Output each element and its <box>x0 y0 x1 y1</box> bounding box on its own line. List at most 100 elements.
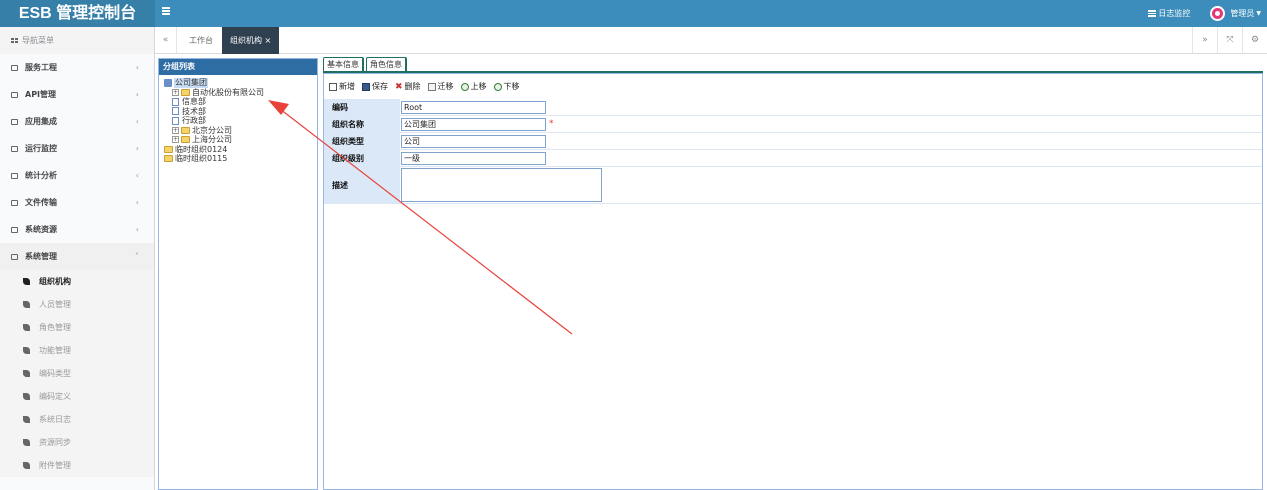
org-tree-panel: 分组列表 公司集团 + 自动化股份有限公司 信息部 技术部 行政部 + 北京分公司 … <box>158 58 318 490</box>
expand-icon[interactable]: + <box>172 126 179 134</box>
sidebar-item-service-project[interactable]: 服务工程 ‹ <box>0 54 154 81</box>
folder-icon <box>11 118 18 125</box>
sidebar-item-system-resource[interactable]: 系统资源 ‹ <box>0 216 154 243</box>
sidebar-item-run-monitor[interactable]: 运行监控 ‹ <box>0 135 154 162</box>
sidebar-toggle-icon[interactable] <box>162 7 170 16</box>
detail-panel: 基本信息 角色信息 新增 保存 ✖ 删除 迁移 上移 下移 编码 Root 组织名… <box>323 57 1263 490</box>
tree-node-label: 技术部 <box>182 106 206 116</box>
grid-icon <box>11 37 19 44</box>
tree-node-label: 公司集团 <box>174 78 208 88</box>
move-icon <box>427 82 436 91</box>
submenu-item-attachment[interactable]: 附件管理 <box>0 454 154 477</box>
tabs-scroll-right-icon[interactable]: » <box>1192 27 1217 54</box>
submenu-item-resource-sync[interactable]: 资源同步 <box>0 431 154 454</box>
arrow-up-icon <box>460 82 469 91</box>
move-up-button[interactable]: 上移 <box>460 81 487 92</box>
tree-node[interactable]: 信息部 <box>164 97 317 107</box>
submenu-item-code-type[interactable]: 编码类型 <box>0 362 154 385</box>
chevron-left-icon: ‹ <box>135 225 139 234</box>
chevron-down-icon: ˅ <box>135 252 139 261</box>
org-type-field[interactable]: 公司 <box>401 134 546 148</box>
chevron-left-icon: ‹ <box>135 117 139 126</box>
submenu-item-staff[interactable]: 人员管理 <box>0 293 154 316</box>
description-textarea[interactable] <box>401 168 602 202</box>
folder-icon <box>11 172 18 179</box>
close-icon[interactable]: × <box>265 36 272 45</box>
move-down-button[interactable]: 下移 <box>493 81 520 92</box>
main-content: 分组列表 公司集团 + 自动化股份有限公司 信息部 技术部 行政部 + 北京分公司 … <box>155 54 1267 490</box>
chevron-left-icon: ‹ <box>135 198 139 207</box>
leaf-icon <box>23 416 30 423</box>
submenu-item-org[interactable]: 组织机构 <box>0 270 154 293</box>
org-root-icon <box>164 78 172 87</box>
tree-node[interactable]: + 上海分公司 <box>164 135 317 145</box>
sidebar-item-label: 服务工程 <box>25 63 57 72</box>
form-row-level: 组织级别 一级 <box>324 150 1262 167</box>
app-title[interactable]: ESB 管理控制台 <box>0 0 155 27</box>
move-down-label: 下移 <box>503 82 520 91</box>
tree-node[interactable]: 临时组织0124 <box>164 145 317 155</box>
gear-icon[interactable]: ⚙ <box>1242 27 1267 54</box>
tree-node[interactable]: 行政部 <box>164 116 317 126</box>
expand-icon[interactable]: + <box>172 136 179 144</box>
sidebar-item-api[interactable]: API管理 ‹ <box>0 81 154 108</box>
tab-workbench[interactable]: 工作台 <box>181 27 221 54</box>
leaf-icon <box>23 439 30 446</box>
sidebar-heading-label: 导航菜单 <box>22 36 54 45</box>
delete-button-label: 删除 <box>404 82 421 91</box>
tabs-scroll-left-icon[interactable]: « <box>155 27 177 54</box>
code-field[interactable]: Root <box>401 100 546 114</box>
sidebar-item-file-transfer[interactable]: 文件传输 ‹ <box>0 189 154 216</box>
move-button[interactable]: 迁移 <box>427 81 454 92</box>
new-button[interactable]: 新增 <box>329 81 355 92</box>
chevron-left-icon: ‹ <box>135 90 139 99</box>
sidebar-item-app-integration[interactable]: 应用集成 ‹ <box>0 108 154 135</box>
submenu-label: 功能管理 <box>39 346 71 355</box>
save-button-label: 保存 <box>372 82 388 91</box>
expand-icon[interactable]: + <box>172 88 179 96</box>
tree-node-label: 自动化股份有限公司 <box>192 87 264 97</box>
org-name-field[interactable]: 公司集团 <box>401 117 546 131</box>
tree-node-label: 上海分公司 <box>192 135 232 144</box>
tab-basic-info[interactable]: 基本信息 <box>323 57 364 71</box>
tab-org-label: 组织机构 <box>230 36 262 45</box>
fullscreen-icon[interactable]: ⤧ <box>1217 27 1242 54</box>
folder-icon <box>11 253 18 260</box>
tab-role-info[interactable]: 角色信息 <box>366 57 407 71</box>
submenu-label: 编码类型 <box>39 369 71 378</box>
tab-org[interactable]: 组织机构 × <box>222 27 280 54</box>
tree-node[interactable]: 公司集团 <box>164 78 317 88</box>
folder-icon <box>181 88 190 96</box>
file-icon <box>172 97 179 106</box>
submenu-item-system-log[interactable]: 系统日志 <box>0 408 154 431</box>
submenu-label: 组织机构 <box>39 277 71 286</box>
new-button-label: 新增 <box>339 82 355 91</box>
save-button[interactable]: 保存 <box>362 81 388 92</box>
folder-icon <box>11 64 18 71</box>
log-monitor-link[interactable]: 日志监控 <box>1148 8 1190 19</box>
delete-icon: ✖ <box>395 81 403 92</box>
org-tree: 公司集团 + 自动化股份有限公司 信息部 技术部 行政部 + 北京分公司 + 上海分公… <box>159 75 317 164</box>
user-menu[interactable]: 管理员 <box>1230 8 1254 19</box>
tree-node[interactable]: + 北京分公司 <box>164 126 317 136</box>
submenu-label: 系统日志 <box>39 415 71 424</box>
tree-node[interactable]: + 自动化股份有限公司 <box>164 88 317 98</box>
tree-node[interactable]: 临时组织0115 <box>164 154 317 164</box>
sidebar: 导航菜单 服务工程 ‹ API管理 ‹ 应用集成 ‹ 运行监控 ‹ 统计分析 ‹ 文件传输… <box>0 27 155 490</box>
submenu-label: 资源同步 <box>39 438 71 447</box>
caret-down-icon[interactable]: ▼ <box>1256 10 1261 17</box>
org-level-field[interactable]: 一级 <box>401 151 546 165</box>
submenu-item-code-def[interactable]: 编码定义 <box>0 385 154 408</box>
folder-icon <box>164 155 173 163</box>
form-row-name: 组织名称 公司集团 * <box>324 116 1262 133</box>
avatar[interactable] <box>1210 6 1226 21</box>
chevron-left-icon: ‹ <box>135 144 139 153</box>
tree-node[interactable]: 技术部 <box>164 107 317 117</box>
tree-node-label: 临时组织0124 <box>175 144 228 154</box>
sidebar-item-statistics[interactable]: 统计分析 ‹ <box>0 162 154 189</box>
delete-button[interactable]: ✖ 删除 <box>395 81 421 92</box>
submenu-item-function[interactable]: 功能管理 <box>0 339 154 362</box>
sidebar-item-system-management[interactable]: 系统管理 ˅ <box>0 243 154 270</box>
tree-node-label: 行政部 <box>182 116 206 125</box>
submenu-item-role[interactable]: 角色管理 <box>0 316 154 339</box>
